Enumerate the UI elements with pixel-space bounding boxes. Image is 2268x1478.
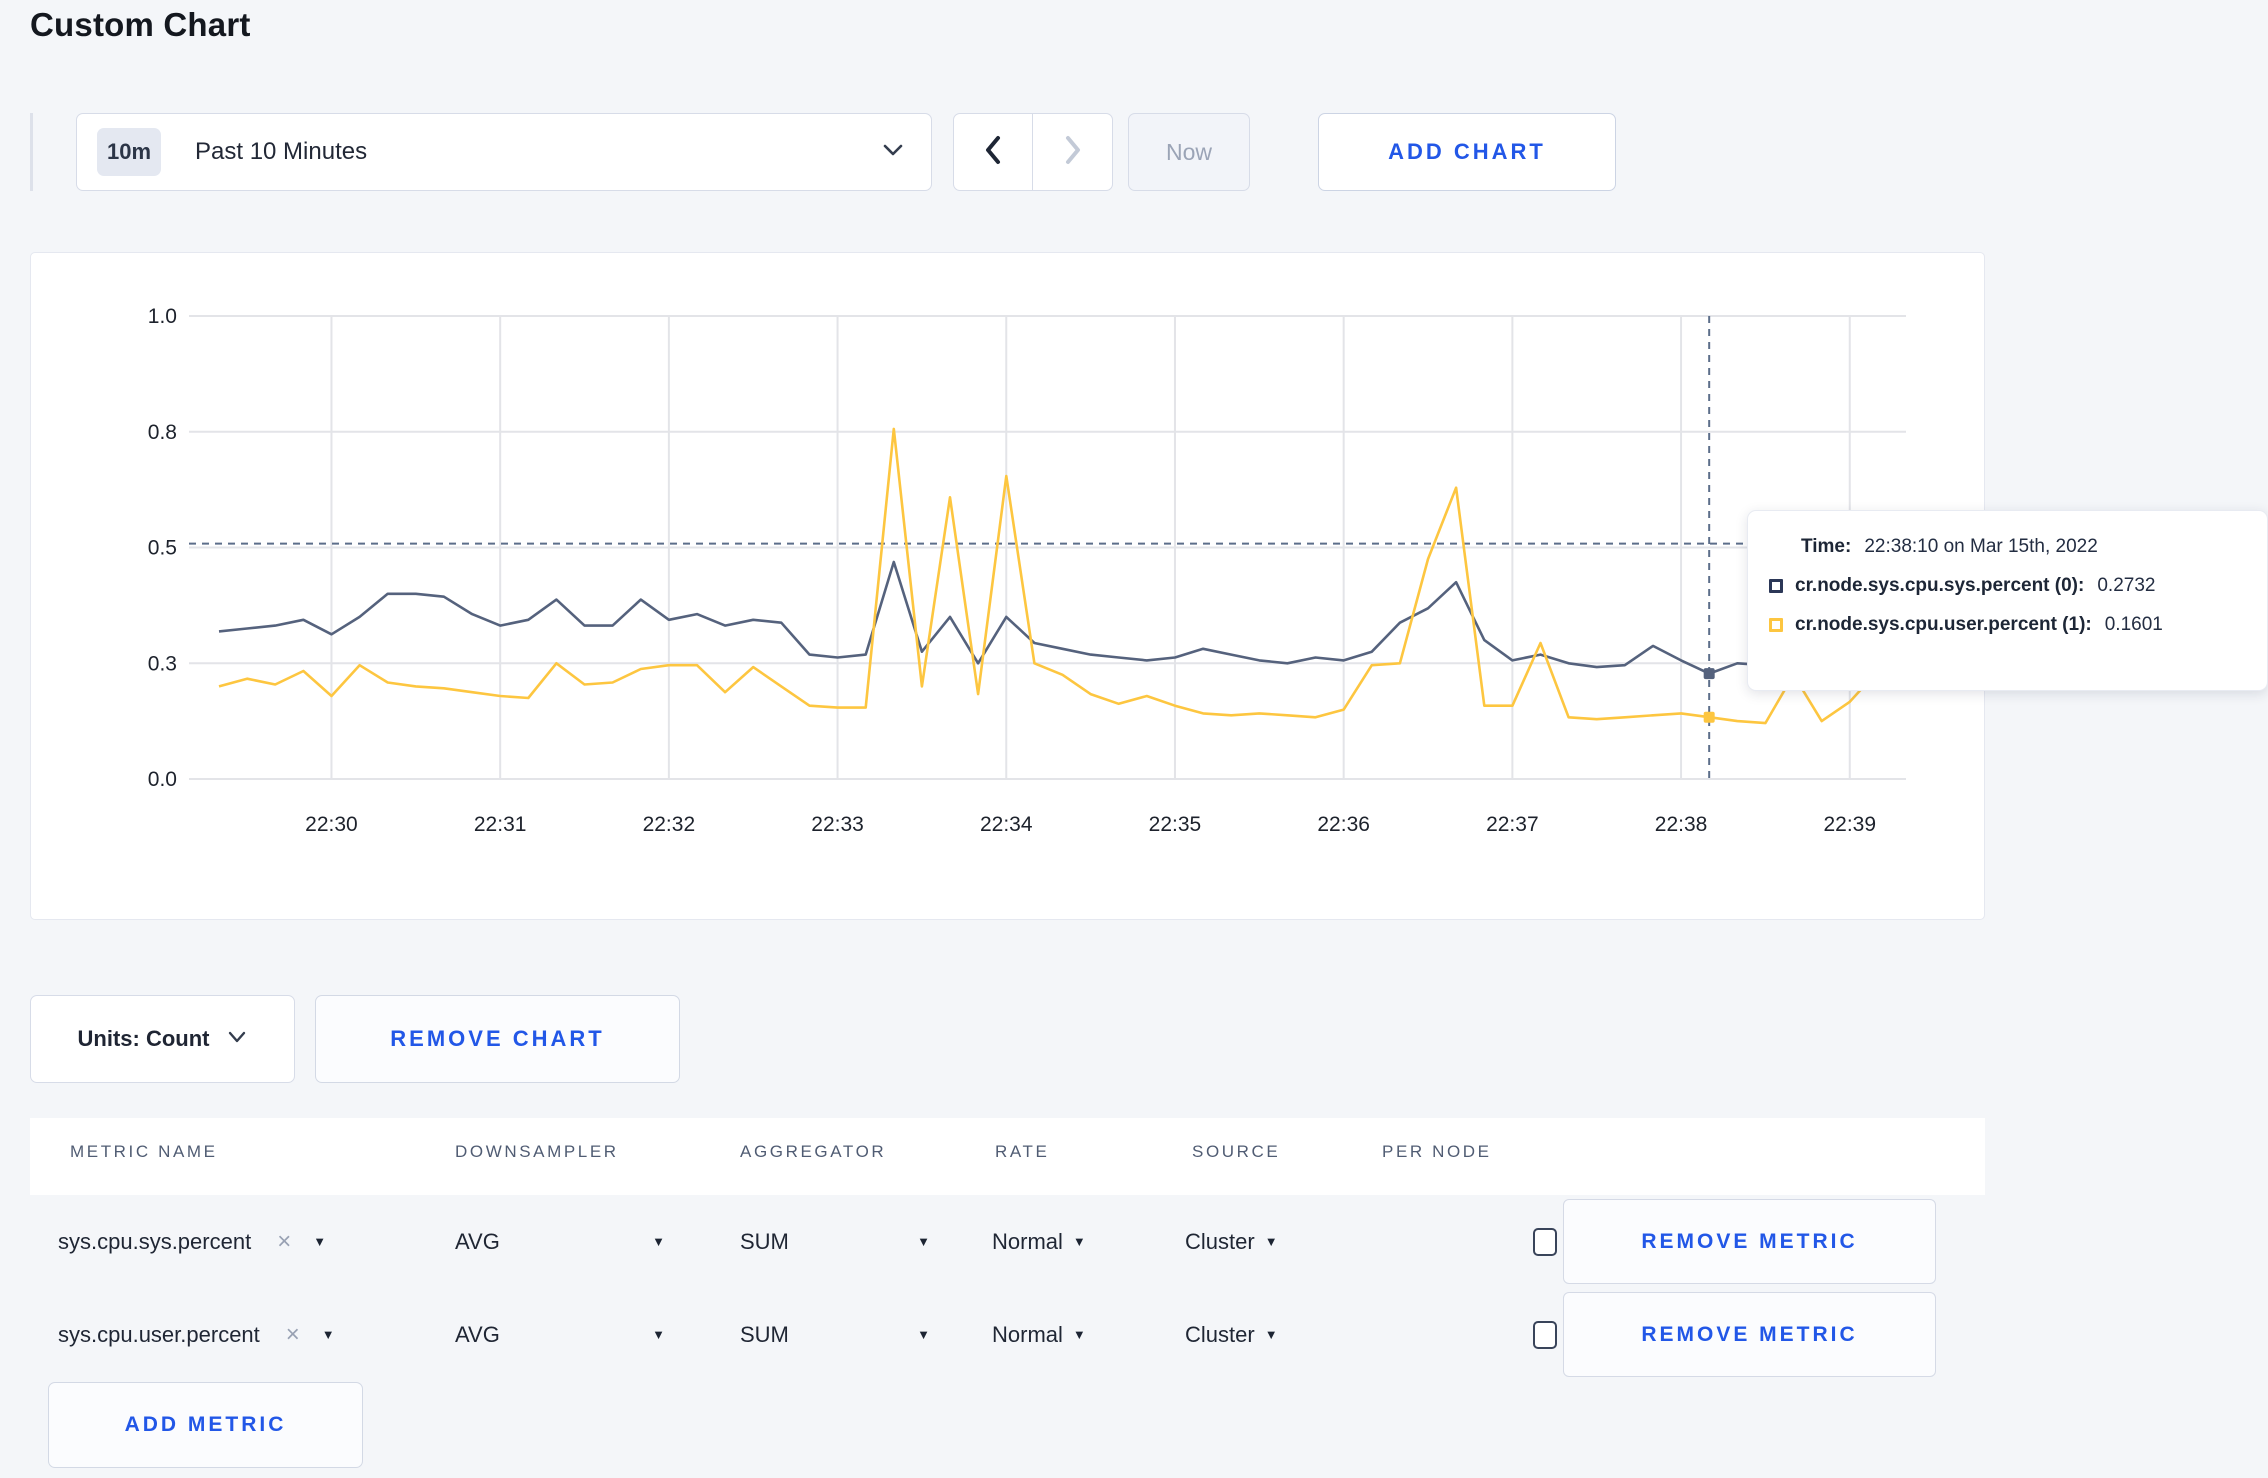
timeseries-chart[interactable]: 0.0 0.3 0.5 0.8 1.0 22:30 22:31 22:32 22:33 22:34… [31, 253, 1986, 921]
aggregator-select[interactable]: SUM ▼ [740, 1195, 930, 1288]
metric-name-value: sys.cpu.user.percent [58, 1321, 260, 1347]
time-range-selector[interactable]: 10m Past 10 Minutes [76, 113, 932, 191]
col-header-downsampler: DOWNSAMPLER [455, 1142, 619, 1161]
svg-text:22:31: 22:31 [474, 813, 527, 836]
svg-text:22:37: 22:37 [1486, 813, 1539, 836]
rate-select[interactable]: Normal ▼ [992, 1288, 1086, 1381]
units-select[interactable]: Units: Count [30, 995, 295, 1083]
caret-down-icon: ▼ [917, 1234, 930, 1249]
remove-metric-button[interactable]: REMOVE METRIC [1563, 1199, 1936, 1284]
remove-chart-button[interactable]: REMOVE CHART [315, 995, 680, 1083]
time-range-badge: 10m [97, 128, 161, 176]
sys-series-swatch [1769, 579, 1783, 593]
table-row: sys.cpu.user.percent × ▼ AVG ▼ SUM ▼ Nor… [30, 1288, 1985, 1381]
add-chart-button[interactable]: ADD CHART [1318, 113, 1616, 191]
caret-down-icon: ▼ [652, 1327, 665, 1342]
chart-card: 0.0 0.3 0.5 0.8 1.0 22:30 22:31 22:32 22:33 22:34… [30, 252, 1985, 920]
chevron-down-icon [227, 1030, 247, 1049]
rate-select[interactable]: Normal ▼ [992, 1195, 1086, 1288]
svg-text:0.5: 0.5 [148, 537, 177, 560]
chevron-right-icon [1063, 135, 1083, 170]
source-select[interactable]: Cluster ▼ [1185, 1288, 1278, 1381]
svg-text:22:34: 22:34 [980, 813, 1033, 836]
aggregator-value: SUM [740, 1321, 789, 1347]
tooltip-time-value: 22:38:10 on Mar 15th, 2022 [1864, 536, 2098, 557]
svg-text:0.8: 0.8 [148, 421, 177, 444]
chart-tooltip: Time: 22:38:10 on Mar 15th, 2022 cr.node… [1747, 510, 2268, 691]
tooltip-sys-name: cr.node.sys.cpu.sys.percent (0): [1795, 575, 2085, 596]
next-time-button[interactable] [1033, 114, 1112, 190]
svg-text:22:39: 22:39 [1823, 813, 1876, 836]
source-value: Cluster [1185, 1228, 1255, 1254]
rate-value: Normal [992, 1228, 1063, 1254]
remove-selection-icon[interactable]: × [286, 1321, 300, 1349]
aggregator-value: SUM [740, 1228, 789, 1254]
source-select[interactable]: Cluster ▼ [1185, 1195, 1278, 1288]
metric-name-value: sys.cpu.sys.percent [58, 1228, 252, 1254]
caret-down-icon: ▼ [321, 1327, 335, 1342]
svg-text:22:32: 22:32 [643, 813, 696, 836]
downsampler-select[interactable]: AVG ▼ [455, 1288, 665, 1381]
caret-down-icon: ▼ [1264, 1234, 1278, 1249]
caret-down-icon: ▼ [652, 1234, 665, 1249]
units-label: Units: Count [77, 1026, 210, 1051]
svg-text:0.0: 0.0 [148, 768, 177, 791]
page-title: Custom Chart [30, 6, 251, 43]
table-row: sys.cpu.sys.percent × ▼ AVG ▼ SUM ▼ Norm… [30, 1195, 1985, 1288]
caret-down-icon: ▼ [1264, 1327, 1278, 1342]
source-value: Cluster [1185, 1321, 1255, 1347]
toolbar-left-divider [30, 113, 33, 191]
tooltip-sys-value: 0.2732 [2097, 575, 2156, 596]
caret-down-icon: ▼ [1072, 1234, 1086, 1249]
now-button[interactable]: Now [1128, 113, 1250, 191]
caret-down-icon: ▼ [1072, 1327, 1086, 1342]
svg-text:22:33: 22:33 [811, 813, 864, 836]
remove-metric-button[interactable]: REMOVE METRIC [1563, 1292, 1936, 1377]
chevron-left-icon [983, 135, 1003, 170]
tooltip-time-label: Time: [1801, 536, 1852, 557]
user-series-swatch [1769, 618, 1783, 632]
col-header-per-node: PER NODE [1382, 1142, 1492, 1161]
caret-down-icon: ▼ [917, 1327, 930, 1342]
aggregator-select[interactable]: SUM ▼ [740, 1288, 930, 1381]
col-header-source: SOURCE [1192, 1142, 1281, 1161]
per-node-checkbox[interactable] [1533, 1227, 1557, 1256]
metric-name-select[interactable]: sys.cpu.user.percent × ▼ [58, 1288, 335, 1381]
svg-text:1.0: 1.0 [148, 305, 177, 328]
tooltip-user-name: cr.node.sys.cpu.user.percent (1): [1795, 614, 2092, 635]
tooltip-user-value: 0.1601 [2104, 614, 2163, 635]
rate-value: Normal [992, 1321, 1063, 1347]
svg-text:22:36: 22:36 [1317, 813, 1370, 836]
time-nav-group [953, 113, 1113, 191]
svg-text:22:38: 22:38 [1655, 813, 1708, 836]
metric-name-select[interactable]: sys.cpu.sys.percent × ▼ [58, 1195, 326, 1288]
metrics-table-header: METRIC NAME DOWNSAMPLER AGGREGATOR RATE … [30, 1118, 1985, 1195]
remove-selection-icon[interactable]: × [277, 1228, 291, 1256]
col-header-aggregator: AGGREGATOR [740, 1142, 887, 1161]
svg-text:22:35: 22:35 [1149, 813, 1202, 836]
svg-text:22:30: 22:30 [305, 813, 358, 836]
svg-text:0.3: 0.3 [148, 652, 177, 675]
add-metric-button[interactable]: ADD METRIC [48, 1382, 363, 1468]
col-header-rate: RATE [995, 1142, 1050, 1161]
per-node-checkbox[interactable] [1533, 1320, 1557, 1349]
time-range-label: Past 10 Minutes [195, 138, 368, 165]
col-header-metric-name: METRIC NAME [70, 1142, 218, 1161]
downsampler-value: AVG [455, 1321, 500, 1347]
downsampler-value: AVG [455, 1228, 500, 1254]
prev-time-button[interactable] [954, 114, 1033, 190]
chevron-down-icon [881, 142, 905, 163]
downsampler-select[interactable]: AVG ▼ [455, 1195, 665, 1288]
caret-down-icon: ▼ [313, 1234, 327, 1249]
